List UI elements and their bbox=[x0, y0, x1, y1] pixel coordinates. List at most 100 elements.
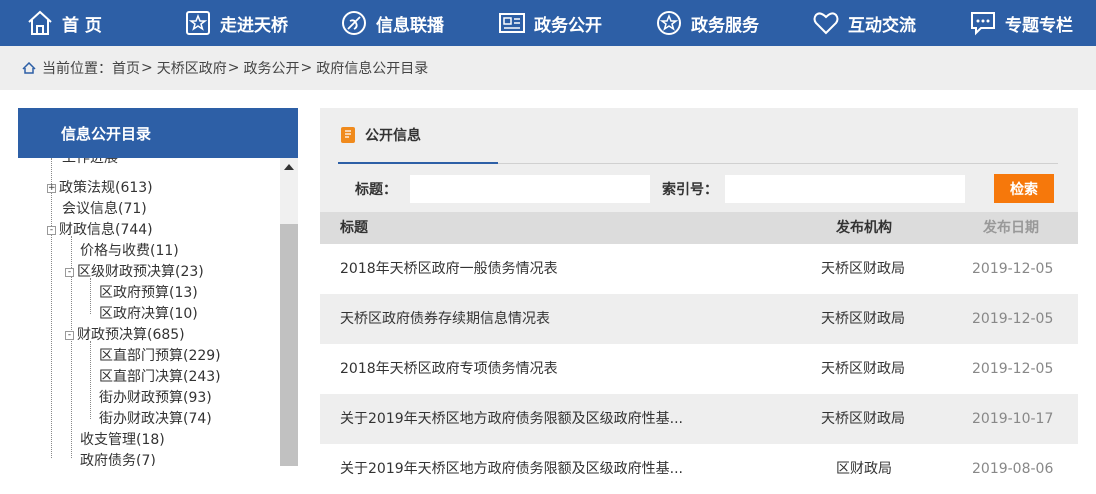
tree-item-label: 区直部门决算(243) bbox=[99, 369, 221, 385]
tree-item[interactable]: 街办财政预算(93) bbox=[99, 388, 212, 409]
column-header-title: 标题 bbox=[340, 220, 368, 236]
chat-icon bbox=[969, 9, 997, 37]
breadcrumb-separator: > bbox=[141, 60, 153, 76]
table-row[interactable]: 关于2019年天桥区地方政府债务限额及区级政府性基... 天桥区财政局 2019… bbox=[320, 394, 1078, 444]
tab-public-info[interactable]: 公开信息 bbox=[338, 108, 498, 164]
tree-item[interactable]: 工作进展 bbox=[62, 158, 118, 169]
nav-label: 专题专栏 bbox=[1005, 15, 1073, 36]
scroll-up-arrow-icon[interactable] bbox=[280, 158, 298, 176]
tree-item[interactable]: 收支管理(18) bbox=[80, 430, 165, 451]
row-org: 天桥区财政局 bbox=[821, 311, 905, 327]
search-form: 标题： 索引号： 检索 bbox=[320, 168, 1078, 210]
breadcrumb-home[interactable]: 首页 bbox=[112, 58, 140, 78]
tree-item[interactable]: 区政府预算(13) bbox=[99, 283, 198, 304]
sidebar-title: 信息公开目录 bbox=[18, 108, 298, 158]
row-date: 2019-08-06 bbox=[972, 461, 1054, 477]
row-title-link[interactable]: 2018年天桥区政府一般债务情况表 bbox=[340, 244, 558, 294]
tree-item[interactable]: - 财政预决算(685) bbox=[65, 325, 185, 346]
top-navigation: 首 页 走进天桥 信息联播 政务公开 政务服务 互动交流 专题专栏 bbox=[0, 0, 1096, 46]
nav-item-gov-service[interactable]: 政务服务 bbox=[655, 0, 759, 46]
tree-item-label: 价格与收费(11) bbox=[80, 243, 179, 259]
sidebar-scrollbar[interactable] bbox=[280, 158, 298, 466]
tree-item[interactable]: + 政策法规(613) bbox=[47, 178, 153, 199]
row-date: 2019-12-05 bbox=[972, 261, 1054, 277]
search-button[interactable]: 检索 bbox=[994, 174, 1054, 203]
tree-item-label: 财政信息(744) bbox=[59, 222, 153, 238]
index-number-input[interactable] bbox=[725, 175, 965, 203]
title-search-input[interactable] bbox=[410, 175, 650, 203]
newspaper-icon bbox=[498, 9, 526, 37]
directory-tree: 工作进展 + 政策法规(613) 会议信息(71) - 财政信息(744) 价格与收… bbox=[18, 158, 280, 466]
tree-item[interactable]: 区直部门预算(229) bbox=[99, 346, 221, 367]
nav-item-special[interactable]: 专题专栏 bbox=[969, 0, 1073, 46]
tree-item[interactable]: - 区级财政预决算(23) bbox=[65, 262, 204, 283]
collapse-toggle[interactable]: - bbox=[65, 267, 74, 277]
tree-item[interactable]: - 财政信息(744) bbox=[47, 220, 153, 241]
tree-item-label: 区政府预算(13) bbox=[99, 285, 198, 301]
row-date: 2019-12-05 bbox=[972, 361, 1054, 377]
row-date: 2019-12-05 bbox=[972, 311, 1054, 327]
tree-item-label: 区政府决算(10) bbox=[99, 306, 198, 322]
row-title-link[interactable]: 关于2019年天桥区地方政府债务限额及区级政府性基... bbox=[340, 444, 683, 494]
star-icon bbox=[184, 9, 212, 37]
tree-item[interactable]: 会议信息(71) bbox=[62, 199, 147, 220]
table-row[interactable]: 天桥区政府债券存续期信息情况表 天桥区财政局 2019-12-05 bbox=[320, 294, 1078, 344]
table-row[interactable]: 关于2019年天桥区地方政府债务限额及区级政府性基... 区财政局 2019-0… bbox=[320, 444, 1078, 494]
row-title-link[interactable]: 2018年天桥区政府专项债务情况表 bbox=[340, 344, 558, 394]
row-org: 天桥区财政局 bbox=[821, 361, 905, 377]
table-row[interactable]: 2018年天桥区政府专项债务情况表 天桥区财政局 2019-12-05 bbox=[320, 344, 1078, 394]
expand-toggle[interactable]: + bbox=[47, 183, 56, 193]
tree-item-label: 街办财政预算(93) bbox=[99, 390, 212, 406]
home-small-icon bbox=[22, 61, 36, 74]
tree-item[interactable]: 街办财政决算(74) bbox=[99, 409, 212, 430]
breadcrumb-separator: > bbox=[227, 60, 240, 76]
tree-item[interactable]: 价格与收费(11) bbox=[80, 241, 179, 262]
home-icon bbox=[26, 9, 54, 37]
row-org: 天桥区财政局 bbox=[821, 411, 905, 427]
title-search-label: 标题： bbox=[355, 182, 397, 198]
tab-label: 公开信息 bbox=[365, 128, 421, 144]
tree-item-label: 收支管理(18) bbox=[80, 432, 165, 448]
breadcrumb: 当前位置： 首页 > 天桥区政府 > 政务公开 > 政府信息公开目录 bbox=[0, 46, 1096, 90]
sidebar: 信息公开目录 工作进展 + 政策法规(613) 会议信息(71) - 财政信息(74… bbox=[18, 108, 298, 466]
nav-label: 政务服务 bbox=[691, 15, 759, 36]
row-title-link[interactable]: 天桥区政府债券存续期信息情况表 bbox=[340, 294, 550, 344]
nav-item-about[interactable]: 走进天桥 bbox=[184, 0, 288, 46]
table-row[interactable]: 2018年天桥区政府一般债务情况表 天桥区财政局 2019-12-05 bbox=[320, 244, 1078, 294]
nav-item-news[interactable]: 信息联播 bbox=[340, 0, 444, 46]
table-header: 标题 发布机构 发布日期 bbox=[320, 212, 1078, 244]
panel-tabbar: 公开信息 bbox=[338, 108, 1058, 164]
tree-item-label: 财政预决算(685) bbox=[77, 327, 185, 343]
scrollbar-thumb[interactable] bbox=[280, 224, 298, 466]
breadcrumb-prefix: 当前位置： bbox=[42, 61, 112, 77]
tree-item[interactable]: 区直部门决算(243) bbox=[99, 367, 221, 388]
service-star-icon bbox=[655, 9, 683, 37]
nav-item-interaction[interactable]: 互动交流 bbox=[812, 0, 916, 46]
column-header-org: 发布机构 bbox=[836, 220, 892, 236]
breadcrumb-separator: > bbox=[300, 60, 313, 76]
tree-item-label: 街办财政决算(74) bbox=[99, 411, 212, 427]
tree-item-label: 工作进展 bbox=[62, 158, 118, 166]
nav-label: 走进天桥 bbox=[220, 15, 288, 36]
nav-item-gov-open[interactable]: 政务公开 bbox=[498, 0, 602, 46]
document-icon bbox=[341, 127, 355, 143]
nav-item-home[interactable]: 首 页 bbox=[26, 0, 102, 46]
broadcast-icon bbox=[340, 9, 368, 37]
tree-item[interactable]: 区政府决算(10) bbox=[99, 304, 198, 325]
collapse-toggle[interactable]: - bbox=[47, 225, 56, 235]
heart-icon bbox=[812, 9, 840, 37]
nav-label: 首 页 bbox=[62, 15, 102, 36]
breadcrumb-gov-open[interactable]: 政务公开 bbox=[243, 58, 299, 78]
breadcrumb-district-gov[interactable]: 天桥区政府 bbox=[157, 58, 227, 78]
nav-label: 政务公开 bbox=[534, 15, 602, 36]
row-org: 区财政局 bbox=[836, 461, 892, 477]
row-title-link[interactable]: 关于2019年天桥区地方政府债务限额及区级政府性基... bbox=[340, 394, 683, 444]
public-info-panel: 公开信息 标题： 索引号： 检索 标题 发布机构 发布日期 2018年天桥区政府… bbox=[320, 108, 1078, 494]
collapse-toggle[interactable]: - bbox=[65, 330, 74, 340]
tree-item-label: 会议信息(71) bbox=[62, 201, 147, 217]
tree-item-label: 政策法规(613) bbox=[59, 180, 153, 196]
tree-item[interactable]: 政府债务(7) bbox=[80, 451, 156, 466]
row-date: 2019-10-17 bbox=[972, 411, 1054, 427]
nav-label: 互动交流 bbox=[848, 15, 916, 36]
breadcrumb-current: 政府信息公开目录 bbox=[316, 61, 429, 77]
